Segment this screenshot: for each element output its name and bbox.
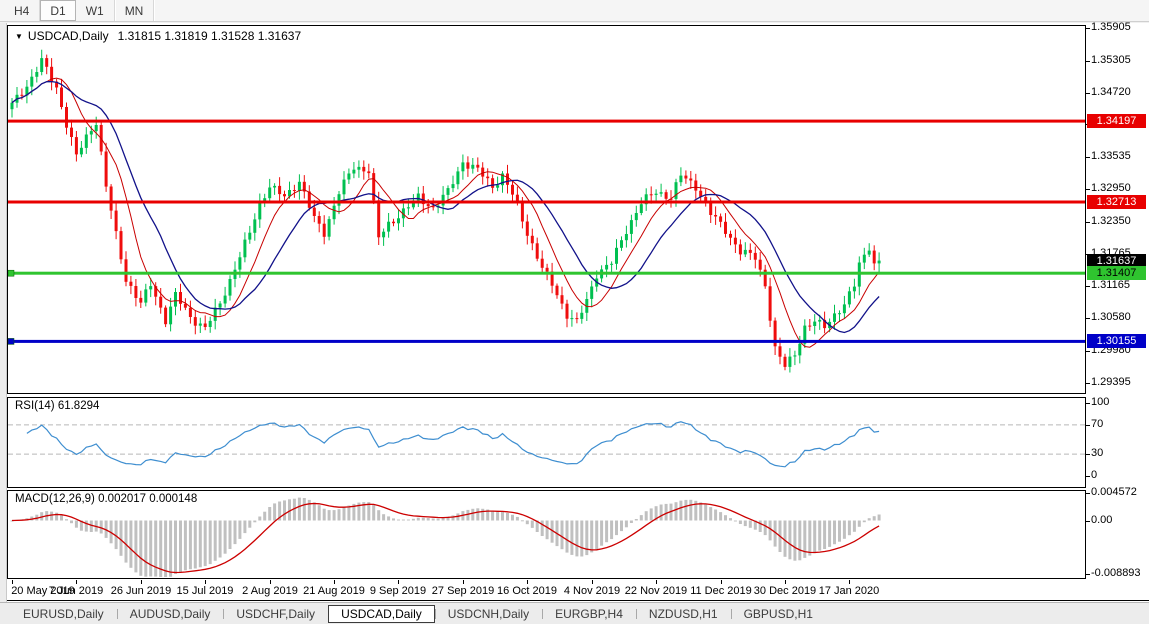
price-axis-tickmark bbox=[1086, 61, 1090, 62]
timeframe-button-d1[interactable]: D1 bbox=[40, 0, 75, 21]
price-axis-tick: 1.33535 bbox=[1091, 150, 1131, 162]
price-axis-tick: 1.35905 bbox=[1091, 21, 1131, 33]
rsi-axis-tickmark bbox=[1086, 476, 1090, 477]
price-axis-tickmark bbox=[1086, 222, 1090, 223]
price-axis-tickmark bbox=[1086, 383, 1090, 384]
price-axis-tickmark bbox=[1086, 93, 1090, 94]
chart-tab-nzdusd-h1[interactable]: NZDUSD,H1 bbox=[636, 605, 731, 623]
date-axis-tickmark bbox=[76, 580, 77, 584]
price-axis-tick: 1.29395 bbox=[1091, 376, 1131, 388]
price-axis-tick: 1.32350 bbox=[1091, 215, 1131, 227]
date-axis-label: 17 Jan 2020 bbox=[809, 585, 889, 597]
rsi-axis-tickmark bbox=[1086, 403, 1090, 404]
macd-axis-tick: 0.00 bbox=[1091, 514, 1112, 526]
date-axis-tickmark bbox=[398, 580, 399, 584]
window-left-border bbox=[0, 23, 7, 602]
date-axis-tickmark bbox=[849, 580, 850, 584]
macd-panel[interactable]: MACD(12,26,9) 0.002017 0.000148 bbox=[7, 490, 1086, 579]
timeframe-toolbar: H4D1W1MN bbox=[0, 0, 1149, 22]
rsi-indicator-chart[interactable] bbox=[8, 398, 1085, 487]
date-axis-tickmark bbox=[592, 580, 593, 584]
rsi-axis-tickmark bbox=[1086, 425, 1090, 426]
rsi-axis-tick: 70 bbox=[1091, 418, 1103, 430]
horizontal-line-1.30155[interactable] bbox=[8, 338, 1085, 344]
price-flag-1.34197: 1.34197 bbox=[1087, 114, 1146, 128]
rsi-line bbox=[27, 422, 879, 467]
price-axis-tickmark bbox=[1086, 157, 1090, 158]
timeframe-button-h4[interactable]: H4 bbox=[4, 0, 40, 21]
date-axis-tickmark bbox=[656, 580, 657, 584]
macd-axis-tick: 0.004572 bbox=[1091, 486, 1137, 498]
date-axis-tickmark bbox=[334, 580, 335, 584]
horizontal-line-1.32713[interactable] bbox=[8, 201, 1085, 204]
price-axis-tick: 1.34720 bbox=[1091, 86, 1131, 98]
macd-axis-tickmark bbox=[1086, 521, 1090, 522]
rsi-axis-tick: 0 bbox=[1091, 469, 1097, 481]
price-axis-tickmark bbox=[1086, 318, 1090, 319]
chart-symbol-label: USDCAD,Daily bbox=[28, 29, 109, 43]
rsi-axis-tick: 30 bbox=[1091, 447, 1103, 459]
macd-axis-tick: -0.008893 bbox=[1091, 567, 1141, 579]
chart-dropdown-icon[interactable]: ▼ bbox=[15, 32, 23, 41]
rsi-axis-tickmark bbox=[1086, 454, 1090, 455]
price-axis-tickmark bbox=[1086, 28, 1090, 29]
date-axis-tickmark bbox=[205, 580, 206, 584]
date-axis-tickmark bbox=[270, 580, 271, 584]
horizontal-line-1.34197[interactable] bbox=[8, 120, 1085, 123]
date-axis-tickmark bbox=[785, 580, 786, 584]
macd-histogram bbox=[11, 498, 881, 577]
candles-layer bbox=[11, 50, 881, 373]
price-axis-tickmark bbox=[1086, 189, 1090, 190]
chart-tab-usdcad-daily[interactable]: USDCAD,Daily bbox=[328, 605, 435, 623]
chart-ohlc-values: 1.31815 1.31819 1.31528 1.31637 bbox=[118, 29, 302, 43]
candlestick-chart[interactable] bbox=[8, 26, 1085, 393]
price-flag-1.30155: 1.30155 bbox=[1087, 334, 1146, 348]
price-flag-1.32713: 1.32713 bbox=[1087, 195, 1146, 209]
timeframe-button-w1[interactable]: W1 bbox=[76, 0, 115, 21]
date-axis-tickmark bbox=[721, 580, 722, 584]
price-flag-1.31407: 1.31407 bbox=[1087, 266, 1146, 280]
chart-title: ▼ USDCAD,Daily 1.31815 1.31819 1.31528 1.3… bbox=[15, 29, 301, 43]
macd-axis-tickmark bbox=[1086, 574, 1090, 575]
timeframe-button-mn[interactable]: MN bbox=[115, 0, 155, 21]
rsi-axis-tick: 100 bbox=[1091, 396, 1109, 408]
chart-tab-usdcnh-daily[interactable]: USDCNH,Daily bbox=[435, 605, 542, 623]
date-axis-tickmark bbox=[12, 580, 13, 584]
price-axis-tick: 1.32950 bbox=[1091, 182, 1131, 194]
price-axis-tick: 1.31165 bbox=[1091, 279, 1130, 291]
price-axis-tick: 1.30580 bbox=[1091, 311, 1131, 323]
chart-tabs-bar: EURUSD,DailyAUDUSD,DailyUSDCHF,DailyUSDC… bbox=[0, 602, 1149, 624]
chart-tab-eurgbp-h4[interactable]: EURGBP,H4 bbox=[542, 605, 636, 623]
macd-label: MACD(12,26,9) 0.002017 0.000148 bbox=[15, 493, 197, 505]
rsi-panel[interactable]: RSI(14) 61.8294 bbox=[7, 397, 1086, 488]
ma-slow-line bbox=[12, 82, 879, 333]
chart-tab-usdchf-daily[interactable]: USDCHF,Daily bbox=[223, 605, 328, 623]
ma-fast-line bbox=[12, 78, 879, 347]
price-axis-tick: 1.35305 bbox=[1091, 54, 1131, 66]
chart-tab-eurusd-daily[interactable]: EURUSD,Daily bbox=[10, 605, 117, 623]
date-axis: 20 May 20197 Jun 201926 Jun 201915 Jul 2… bbox=[7, 580, 1149, 601]
date-axis-tickmark bbox=[463, 580, 464, 584]
date-axis-tickmark bbox=[141, 580, 142, 584]
macd-axis-tickmark bbox=[1086, 493, 1090, 494]
chart-tab-gbpusd-h1[interactable]: GBPUSD,H1 bbox=[731, 605, 826, 623]
rsi-label: RSI(14) 61.8294 bbox=[15, 400, 99, 412]
price-axis-tickmark bbox=[1086, 351, 1090, 352]
chart-tab-audusd-daily[interactable]: AUDUSD,Daily bbox=[117, 605, 224, 623]
date-axis-tickmark bbox=[527, 580, 528, 584]
price-axis-tickmark bbox=[1086, 286, 1090, 287]
main-chart-panel[interactable]: ▼ USDCAD,Daily 1.31815 1.31819 1.31528 1.3… bbox=[7, 25, 1086, 394]
